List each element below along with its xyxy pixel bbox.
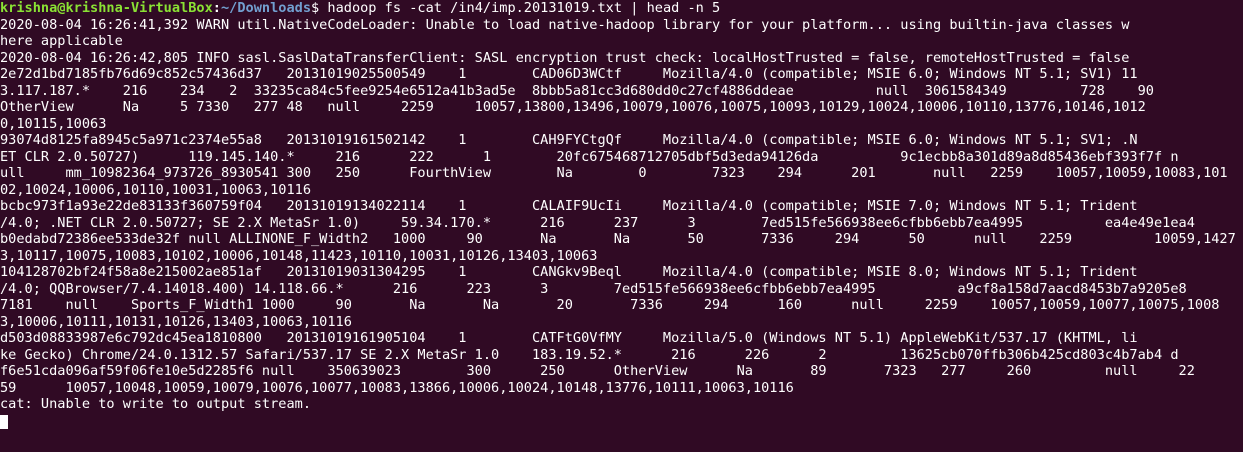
output-line: 93074d8125fa8945c5a971c2374e55a8 2013101… [0, 132, 1138, 148]
output-line: d503d08833987e6c792dc45ea1810800 2013101… [0, 330, 1138, 346]
prompt-symbol: $ [311, 0, 328, 16]
output-line: 3.117.187.* 216 234 2 33235ca84c5fee9254… [0, 82, 1154, 99]
output-line: bcbc973f1a93e22de83133f360759f04 2013101… [0, 198, 1138, 214]
output-line: 02,10024,10006,10110,10031,10063,10116 [0, 181, 311, 198]
output-line: ET CLR 2.0.50727) 119.145.140.* 216 222 … [0, 148, 1179, 165]
output-line: 2020-08-04 16:26:41,392 WARN util.Native… [0, 16, 1130, 33]
output-line: 104128702bf24f58a8e215002ae851af 2013101… [0, 264, 1138, 280]
prompt-path: ~/Downloads [220, 0, 312, 16]
output-line: cat: Unable to write to output stream. [0, 396, 311, 412]
prompt-user-host: krishna@krishna-VirtualBox [0, 0, 213, 16]
output-line: 3,10117,10075,10083,10102,10006,10148,11… [0, 247, 598, 264]
input-line[interactable] [0, 413, 1243, 430]
text-cursor [0, 414, 8, 429]
output-line: ull mm_10982364_973726_8930541 300 250 F… [0, 165, 1228, 181]
command-text: hadoop fs -cat /in4/imp.20131019.txt | h… [327, 0, 721, 16]
output-line: f6e51cda096af59f06fe10e5d2285f6 null 350… [0, 363, 1195, 379]
output-line: 7181 null Sports_F_Width1 1000 90 Na Na … [0, 297, 1220, 313]
terminal-output: 2020-08-04 16:26:41,392 WARN util.Native… [0, 17, 1243, 413]
output-line: 2020-08-04 16:26:42,805 INFO sasl.SaslDa… [0, 49, 1130, 66]
output-line: /4.0; .NET CLR 2.0.50727; SE 2.X MetaSr … [0, 214, 1195, 231]
output-line: here applicable [0, 33, 123, 49]
output-line: 59 10057,10048,10059,10079,10076,10077,1… [0, 379, 794, 396]
prompt-separator: : [212, 0, 221, 16]
output-line: b0edabd72386ee533de32f null ALLINONE_F_W… [0, 231, 1236, 247]
terminal-window[interactable]: krishna@krishna-VirtualBox:~/Downloads$ … [0, 0, 1243, 452]
output-line: 0,10115,10063 [0, 115, 107, 132]
output-line: OtherView Na 5 7330 277 48 null 2259 100… [0, 99, 1146, 115]
output-line: 2e72d1bd7185fb76d69c852c57436d37 2013101… [0, 66, 1138, 82]
output-line: ke Gecko) Chrome/24.0.1312.57 Safari/537… [0, 346, 1179, 363]
output-line: /4.0; QQBrowser/7.4.14018.400) 14.118.66… [0, 280, 1187, 297]
command-prompt-line: krishna@krishna-VirtualBox:~/Downloads$ … [0, 0, 1243, 17]
output-line: 3,10006,10111,10131,10126,13403,10063,10… [0, 313, 352, 330]
